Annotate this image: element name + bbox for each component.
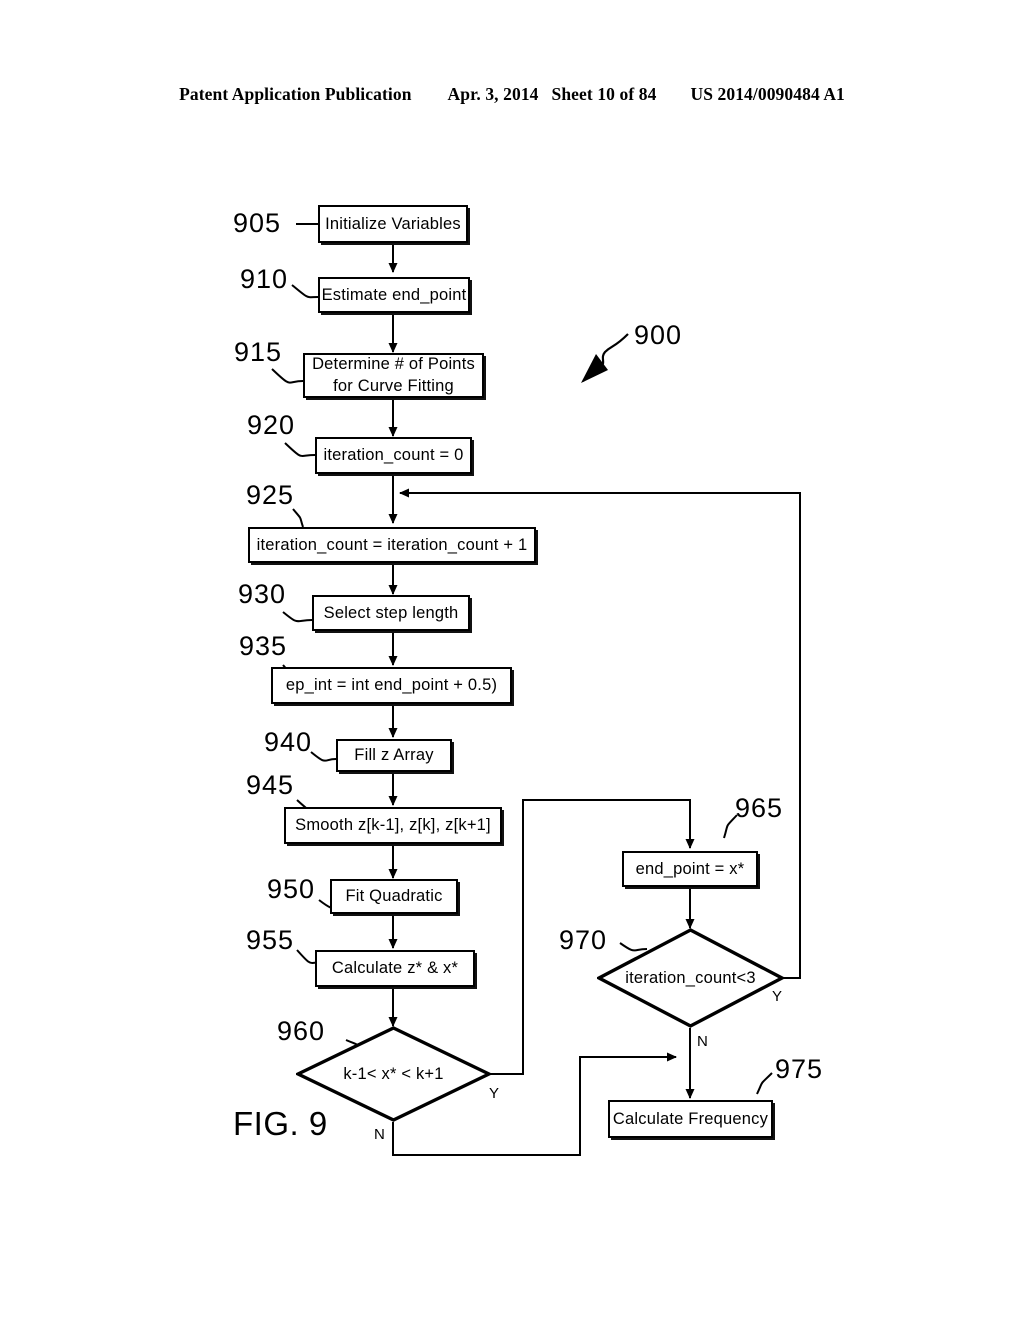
ref-numeral-950: 950 bbox=[267, 874, 316, 904]
branch-label-960-yes: Y bbox=[489, 1085, 500, 1102]
branch-label-970-no: N bbox=[697, 1033, 708, 1050]
figure-caption: FIG. 9 bbox=[233, 1105, 328, 1142]
branch-label-960-no: N bbox=[374, 1126, 385, 1143]
ref-numeral-940: 940 bbox=[264, 727, 313, 757]
node-label: Select step length bbox=[323, 603, 459, 622]
ref-numeral-900: 900 bbox=[634, 320, 683, 350]
decision-iteration-count-less-than-three[interactable]: iteration_count<3 bbox=[595, 928, 786, 1028]
node-label: Estimate end_point bbox=[321, 285, 467, 304]
ref-numeral-920: 920 bbox=[247, 410, 296, 440]
node-fit-quadratic[interactable]: Fit Quadratic bbox=[330, 879, 458, 914]
node-label: Fit Quadratic bbox=[345, 887, 443, 906]
node-label-line-2: for Curve Fitting bbox=[333, 376, 454, 395]
node-estimate-end-point[interactable]: Estimate end_point bbox=[318, 277, 470, 313]
node-label-line-1: Determine # of Points bbox=[312, 355, 475, 374]
ref-numeral-965: 965 bbox=[735, 793, 784, 823]
node-ep-int-assignment[interactable]: ep_int = int end_point + 0.5) bbox=[271, 667, 512, 704]
ref-numeral-910: 910 bbox=[240, 264, 289, 294]
node-label: Fill z Array bbox=[354, 746, 434, 765]
node-label: end_point = x* bbox=[635, 859, 745, 878]
ref-numeral-915: 915 bbox=[234, 337, 283, 367]
ref-numeral-935: 935 bbox=[239, 631, 288, 661]
node-determine-points-for-curve-fitting[interactable]: Determine # of Points for Curve Fitting bbox=[303, 353, 484, 398]
node-calculate-z-star-x-star[interactable]: Calculate z* & x* bbox=[315, 950, 475, 987]
node-label: Smooth z[k-1], z[k], z[k+1] bbox=[295, 816, 491, 835]
ref-numeral-975: 975 bbox=[775, 1054, 824, 1084]
ref-numeral-905: 905 bbox=[233, 208, 282, 238]
node-iteration-count-zero[interactable]: iteration_count = 0 bbox=[315, 437, 472, 474]
node-label: Initialize Variables bbox=[325, 214, 461, 233]
ref-numeral-925: 925 bbox=[246, 480, 295, 510]
branch-label-970-yes: Y bbox=[772, 988, 783, 1005]
node-label: Calculate Frequency bbox=[612, 1109, 769, 1128]
figure-9-flowchart: 905 Initialize Variables 910 Estimate en… bbox=[0, 0, 1024, 1320]
node-initialize-variables[interactable]: Initialize Variables bbox=[318, 205, 468, 243]
ref-numeral-930: 930 bbox=[238, 579, 287, 609]
node-label: iteration_count = iteration_count + 1 bbox=[256, 535, 528, 554]
node-smooth-z-values[interactable]: Smooth z[k-1], z[k], z[k+1] bbox=[284, 807, 502, 844]
ref-numeral-955: 955 bbox=[246, 925, 295, 955]
node-end-point-equals-x-star[interactable]: end_point = x* bbox=[622, 851, 758, 887]
node-increment-iteration-count[interactable]: iteration_count = iteration_count + 1 bbox=[248, 527, 536, 563]
ref-numeral-945: 945 bbox=[246, 770, 295, 800]
node-label: iteration_count = 0 bbox=[323, 446, 464, 465]
node-fill-z-array[interactable]: Fill z Array bbox=[336, 739, 452, 772]
node-select-step-length[interactable]: Select step length bbox=[312, 595, 470, 631]
decision-label: iteration_count<3 bbox=[625, 968, 756, 987]
node-label: ep_int = int end_point + 0.5) bbox=[285, 676, 498, 695]
flowchart-connectors bbox=[271, 223, 801, 1156]
node-label: Calculate z* & x* bbox=[331, 959, 459, 978]
node-calculate-frequency[interactable]: Calculate Frequency bbox=[608, 1100, 773, 1138]
